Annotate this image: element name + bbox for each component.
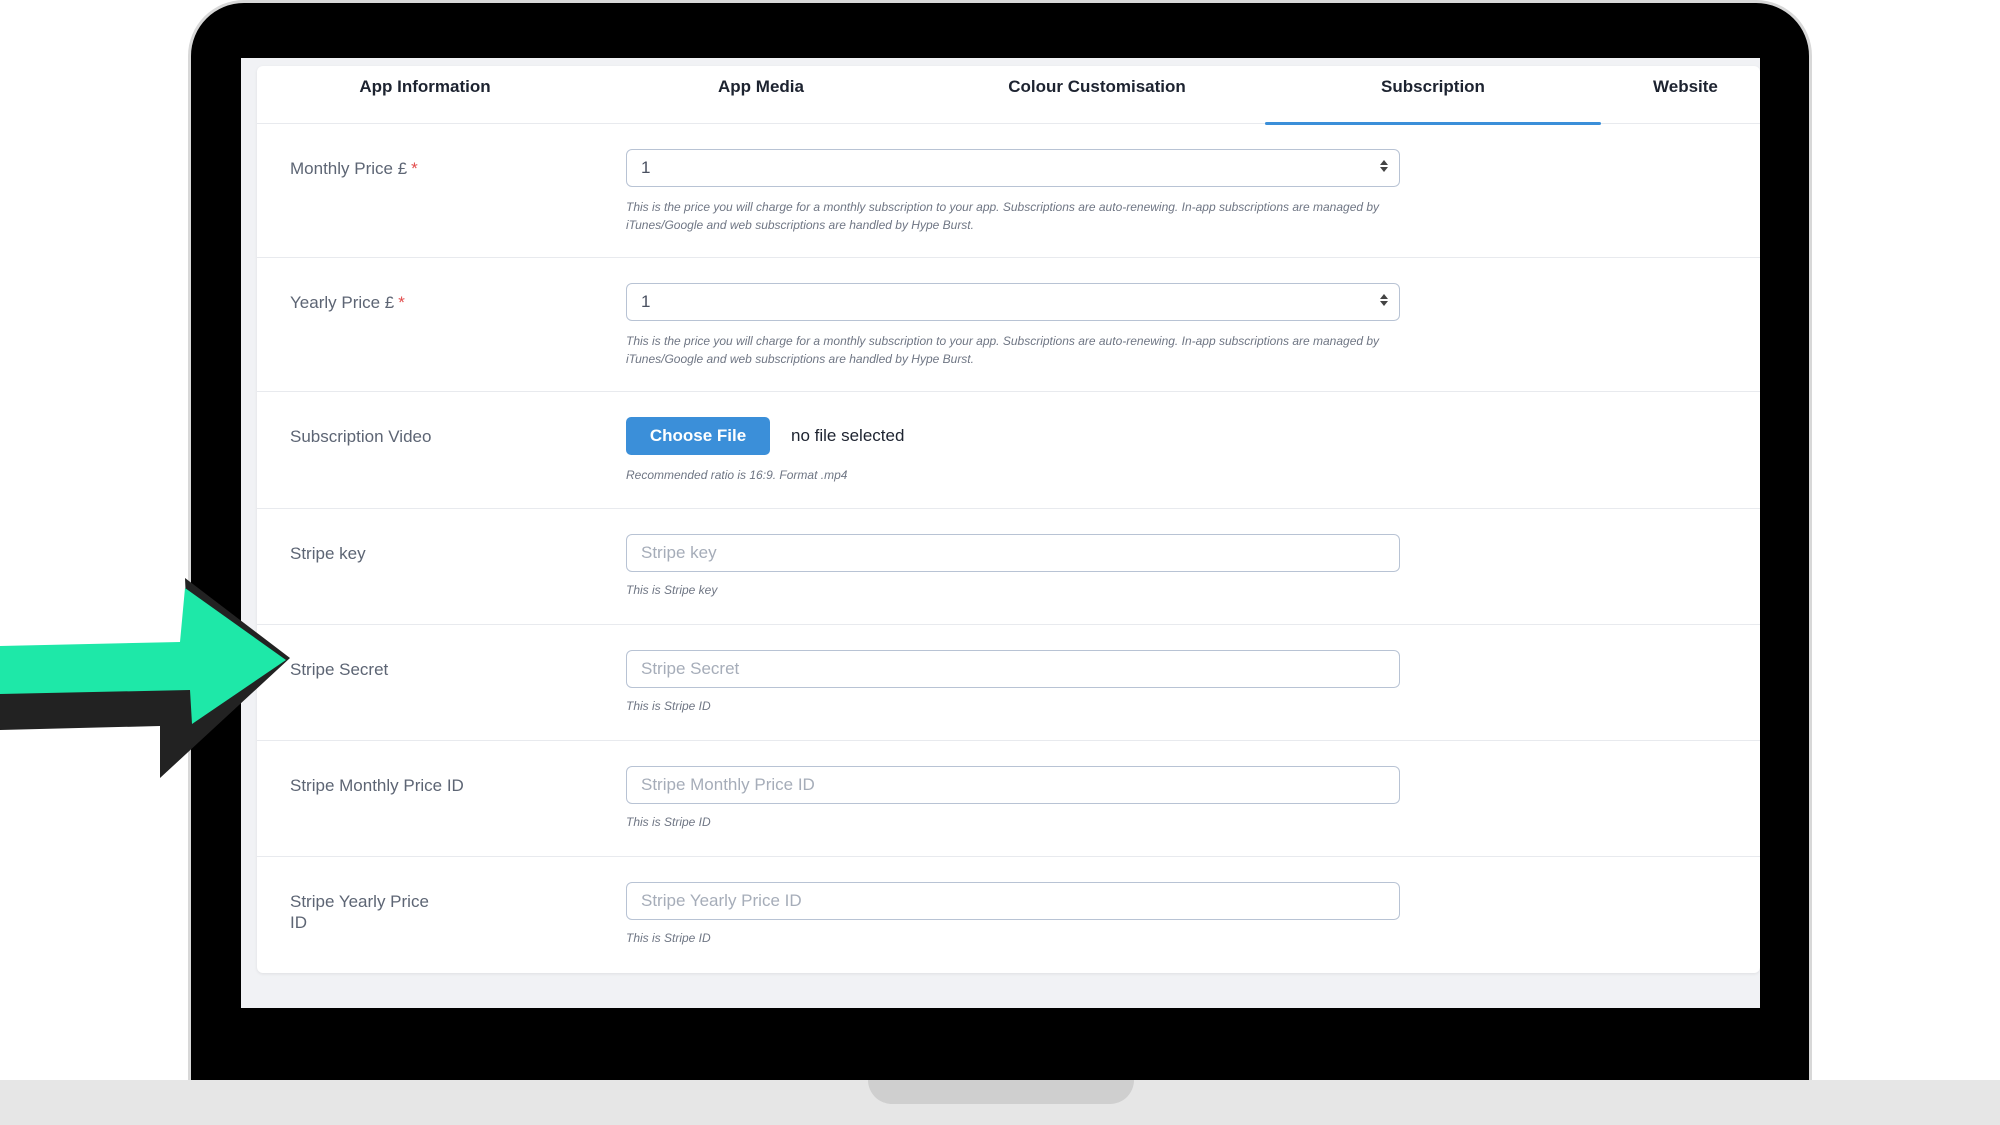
required-marker: * bbox=[398, 293, 405, 312]
stripe-yearly-price-id-row: Stripe Yearly Price ID This is Stripe ID bbox=[257, 857, 1760, 973]
yearly-price-value: 1 bbox=[641, 292, 651, 311]
yearly-price-label-text: Yearly Price £ bbox=[290, 293, 395, 312]
stripe-yearly-price-id-help: This is Stripe ID bbox=[626, 931, 711, 945]
stripe-secret-label: Stripe Secret bbox=[290, 660, 389, 679]
monthly-price-label: Monthly Price £ * bbox=[290, 158, 450, 179]
required-marker: * bbox=[411, 159, 418, 178]
yearly-price-input[interactable]: 1 bbox=[626, 283, 1400, 321]
screen: App Information App Media Colour Customi… bbox=[241, 58, 1760, 1008]
stripe-monthly-price-id-input[interactable] bbox=[626, 766, 1400, 804]
stripe-key-label: Stripe key bbox=[290, 544, 366, 563]
settings-card: App Information App Media Colour Customi… bbox=[257, 66, 1760, 973]
choose-file-button[interactable]: Choose File bbox=[626, 417, 770, 455]
monthly-price-value: 1 bbox=[641, 158, 651, 177]
stripe-key-input[interactable] bbox=[626, 534, 1400, 572]
tab-app-information[interactable]: App Information bbox=[257, 66, 593, 124]
tab-subscription[interactable]: Subscription bbox=[1265, 66, 1601, 125]
number-spinner-icon[interactable] bbox=[1379, 158, 1389, 178]
stripe-monthly-price-id-help: This is Stripe ID bbox=[626, 815, 711, 829]
yearly-price-help: This is the price you will charge for a … bbox=[626, 334, 1380, 366]
monthly-price-row: Monthly Price £ * 1 This is the price you… bbox=[257, 124, 1760, 258]
yearly-price-row: Yearly Price £ * 1 This is the price you … bbox=[257, 258, 1760, 392]
annotation-arrow-icon bbox=[0, 578, 290, 778]
subscription-video-help: Recommended ratio is 16:9. Format .mp4 bbox=[626, 468, 848, 482]
monthly-price-label-text: Monthly Price £ bbox=[290, 159, 408, 178]
monthly-price-help: This is the price you will charge for a … bbox=[626, 200, 1380, 232]
monthly-price-input[interactable]: 1 bbox=[626, 149, 1400, 187]
stripe-monthly-price-id-label: Stripe Monthly Price ID bbox=[290, 776, 464, 795]
stripe-secret-input[interactable] bbox=[626, 650, 1400, 688]
stripe-secret-help: This is Stripe ID bbox=[626, 699, 711, 713]
subscription-video-label: Subscription Video bbox=[290, 427, 432, 446]
laptop-notch bbox=[868, 1080, 1134, 1104]
stripe-monthly-price-id-row: Stripe Monthly Price ID This is Stripe I… bbox=[257, 741, 1760, 857]
tab-app-media[interactable]: App Media bbox=[593, 66, 929, 124]
stripe-yearly-price-id-input[interactable] bbox=[626, 882, 1400, 920]
tab-colour-customisation[interactable]: Colour Customisation bbox=[929, 66, 1265, 124]
tab-website[interactable]: Website bbox=[1653, 66, 1760, 124]
number-spinner-icon[interactable] bbox=[1379, 292, 1389, 312]
stripe-yearly-price-id-label: Stripe Yearly Price ID bbox=[290, 892, 429, 932]
stripe-key-row: Stripe key This is Stripe key bbox=[257, 509, 1760, 625]
stripe-secret-row: Stripe Secret This is Stripe ID bbox=[257, 625, 1760, 741]
subscription-video-row: Subscription Video Choose File no file s… bbox=[257, 392, 1760, 509]
tab-bar: App Information App Media Colour Customi… bbox=[257, 66, 1760, 125]
file-status: no file selected bbox=[791, 426, 905, 445]
yearly-price-label: Yearly Price £ * bbox=[290, 292, 450, 313]
stripe-key-help: This is Stripe key bbox=[626, 583, 718, 597]
